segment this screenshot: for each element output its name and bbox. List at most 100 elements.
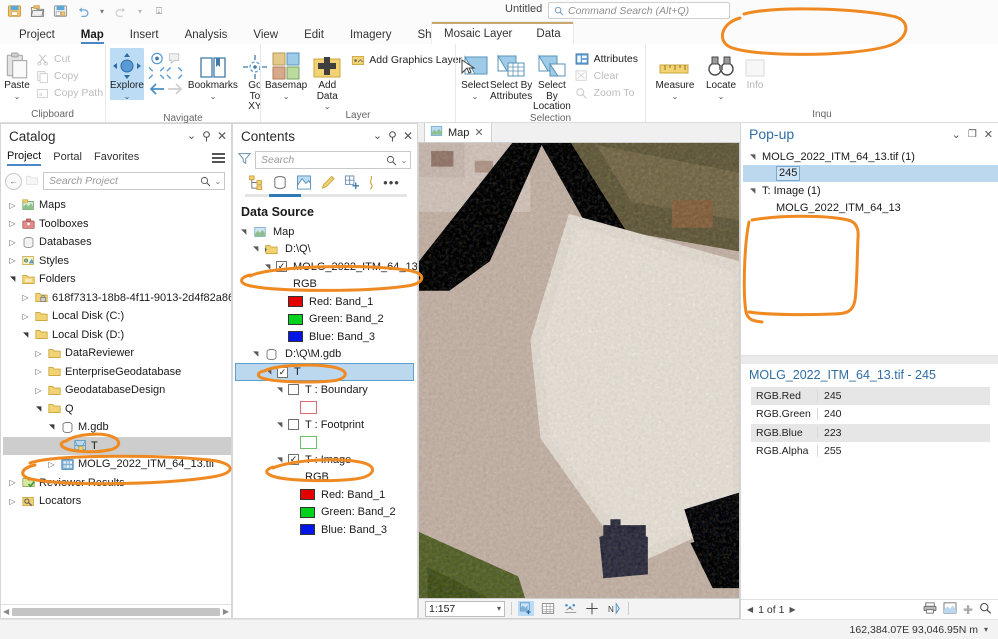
tree-collapsed-arrow-icon[interactable]: ▷ — [20, 312, 31, 321]
contents-tree-item[interactable]: RGB — [235, 276, 417, 294]
tree-collapsed-arrow-icon[interactable]: ▷ — [33, 349, 44, 358]
save-as-icon[interactable] — [52, 4, 68, 18]
catalog-tree-item[interactable]: ▷ 618f7313-18b8-4f11-9013-2d4f82a86ed0 — [3, 289, 231, 308]
tree-collapsed-arrow-icon[interactable]: ▷ — [46, 460, 57, 469]
tree-expanded-arrow-icon[interactable]: ◢ — [240, 226, 248, 237]
customize-qab-icon[interactable]: ⍗ — [151, 4, 167, 18]
tree-expanded-arrow-icon[interactable]: ◢ — [276, 384, 284, 395]
tree-collapsed-arrow-icon[interactable]: ▷ — [7, 238, 18, 247]
tree-expanded-arrow-icon[interactable]: ◢ — [22, 329, 30, 340]
catalog-tree-item[interactable]: ▷ Maps — [3, 196, 231, 215]
contents-tree-item[interactable]: ◢ ✓ T — [235, 363, 414, 381]
tree-collapsed-arrow-icon[interactable]: ▷ — [7, 497, 18, 506]
popup-tree-item[interactable]: ◢ T: Image (1) — [743, 182, 998, 199]
clear-selection-button[interactable]: Clear — [572, 68, 641, 84]
tree-collapsed-arrow-icon[interactable]: ▷ — [7, 201, 18, 210]
catalog-tab-portal[interactable]: Portal — [53, 151, 82, 165]
map-scale-dropdown-caret[interactable]: ▾ — [497, 604, 501, 613]
contents-pin-icon[interactable]: ⚲ — [388, 130, 397, 142]
catalog-tree-item[interactable]: ◢ Q — [3, 400, 231, 419]
list-by-editing-icon[interactable] — [319, 174, 336, 191]
tab-analysis[interactable]: Analysis — [172, 27, 241, 44]
tab-view[interactable]: View — [240, 27, 291, 44]
paste-dropdown-caret[interactable]: ⌄ — [14, 92, 21, 100]
select-button[interactable]: Select ⌄ — [460, 48, 490, 100]
catalog-tree-item[interactable]: ▷ MOLG_2022_ITM_64_13.tif — [3, 455, 231, 474]
band-color-swatch[interactable] — [300, 489, 315, 501]
copy-button[interactable]: Copy — [32, 68, 106, 84]
catalog-back-button[interactable]: ← — [5, 172, 22, 190]
catalog-tree-item[interactable]: T — [3, 436, 231, 455]
tree-expanded-arrow-icon[interactable]: ◢ — [252, 244, 260, 255]
popup-menu-chevron-icon[interactable]: ⌄ — [952, 128, 961, 141]
tab-data[interactable]: Data — [524, 26, 572, 43]
popup-tree-item[interactable]: ◢ MOLG_2022_ITM_64_13.tif (1) — [743, 148, 998, 165]
symbol-outline-swatch[interactable] — [300, 400, 317, 414]
pop-up-config-icon[interactable] — [943, 602, 957, 617]
popup-close-icon[interactable]: ✕ — [984, 128, 993, 141]
contents-tree-item[interactable]: Green: Band_2 — [235, 504, 417, 522]
selected-features-icon[interactable] — [518, 601, 534, 616]
catalog-menu-chevron-icon[interactable]: ⌄ — [187, 130, 196, 142]
tree-expanded-arrow-icon[interactable]: ◢ — [252, 349, 260, 360]
redo-icon[interactable] — [113, 4, 129, 18]
popup-maximize-icon[interactable]: ❐ — [968, 129, 977, 140]
scroll-thumb[interactable] — [12, 607, 220, 616]
map-scale-selector[interactable]: 1:157 ▾ — [425, 600, 505, 617]
zoom-icon[interactable] — [979, 602, 992, 617]
catalog-search-input[interactable]: Search Project ⌄ — [43, 172, 225, 190]
tree-collapsed-arrow-icon[interactable]: ▷ — [7, 478, 18, 487]
catalog-tree-item[interactable]: ▷ Locators — [3, 492, 231, 511]
command-search-input[interactable]: Command Search (Alt+Q) — [548, 2, 730, 19]
tree-expanded-arrow-icon[interactable]: ◢ — [749, 151, 757, 162]
catalog-tab-favorites[interactable]: Favorites — [94, 151, 139, 165]
tree-expanded-arrow-icon[interactable]: ◢ — [35, 403, 43, 414]
tab-map[interactable]: Map — [68, 27, 117, 44]
contents-tree-item[interactable]: Red: Band_1 — [235, 486, 417, 504]
select-by-location-button[interactable]: Select By Location — [532, 48, 571, 113]
catalog-tab-project[interactable]: Project — [7, 150, 42, 166]
symbol-outline-swatch[interactable] — [300, 435, 317, 449]
layer-visibility-checkbox[interactable]: ✓ — [277, 366, 288, 378]
catalog-tree-item[interactable]: ▷ Databases — [3, 233, 231, 252]
scroll-right-icon[interactable]: ▶ — [223, 607, 229, 616]
catalog-tree-item[interactable]: ▷ Toolboxes — [3, 215, 231, 234]
full-extent-icon[interactable] — [148, 66, 165, 83]
popup-tree-item[interactable]: 245 — [743, 165, 998, 182]
contents-close-icon[interactable]: ✕ — [403, 130, 413, 142]
tab-edit[interactable]: Edit — [291, 27, 337, 44]
catalog-tree-item[interactable]: ▷ Styles — [3, 252, 231, 271]
attribute-table-icon[interactable] — [540, 601, 556, 616]
list-by-selection-icon[interactable] — [295, 174, 312, 191]
band-color-swatch[interactable] — [288, 331, 303, 343]
contents-tree-item[interactable]: ◢ ✓ MOLG_2022_ITM_64_13.tif — [235, 258, 418, 276]
popup-value-field[interactable]: 245 — [776, 166, 801, 181]
band-color-swatch[interactable] — [288, 296, 303, 308]
basemap-dropdown-caret[interactable]: ⌄ — [283, 92, 290, 100]
catalog-tree-item[interactable]: ◢ Folders — [3, 270, 231, 289]
contents-tree-item[interactable]: ◢ D:\Q\M.gdb — [235, 346, 417, 364]
explore-dropdown-caret[interactable]: ⌄ — [124, 92, 131, 100]
tab-mosaic-layer[interactable]: Mosaic Layer — [432, 26, 524, 43]
layer-visibility-checkbox[interactable]: ✓ — [288, 454, 299, 466]
north-arrow-icon[interactable]: N — [606, 601, 622, 616]
list-by-data-source-icon[interactable] — [271, 174, 288, 191]
undo-dropdown[interactable]: ▾ — [98, 4, 106, 18]
contents-tree-item[interactable]: Red: Band_1 — [235, 293, 417, 311]
measure-dropdown-caret[interactable]: ⌄ — [672, 92, 679, 100]
catalog-tree-item[interactable]: ▷ Reviewer Results — [3, 474, 231, 493]
catalog-up-folder-icon[interactable] — [25, 173, 40, 189]
locate-dropdown-caret[interactable]: ⌄ — [718, 92, 725, 100]
popup-tree-item[interactable]: MOLG_2022_ITM_64_13 — [743, 199, 998, 216]
tree-expanded-arrow-icon[interactable]: ◢ — [264, 261, 272, 272]
infographics-button[interactable]: Info — [742, 48, 768, 92]
cut-button[interactable]: Cut — [32, 51, 106, 67]
catalog-pin-icon[interactable]: ⚲ — [202, 130, 211, 142]
basemap-button[interactable]: Basemap ⌄ — [265, 48, 307, 100]
catalog-search-dropdown[interactable]: ⌄ — [214, 177, 221, 186]
tree-expanded-arrow-icon[interactable]: ◢ — [265, 367, 273, 378]
coordinate-units-dropdown[interactable]: ▾ — [984, 625, 988, 634]
select-by-attributes-button[interactable]: Select By Attributes — [490, 48, 532, 102]
contents-tree-item[interactable]: ◢ T : Footprint — [235, 416, 417, 434]
filter-icon[interactable] — [237, 152, 252, 168]
